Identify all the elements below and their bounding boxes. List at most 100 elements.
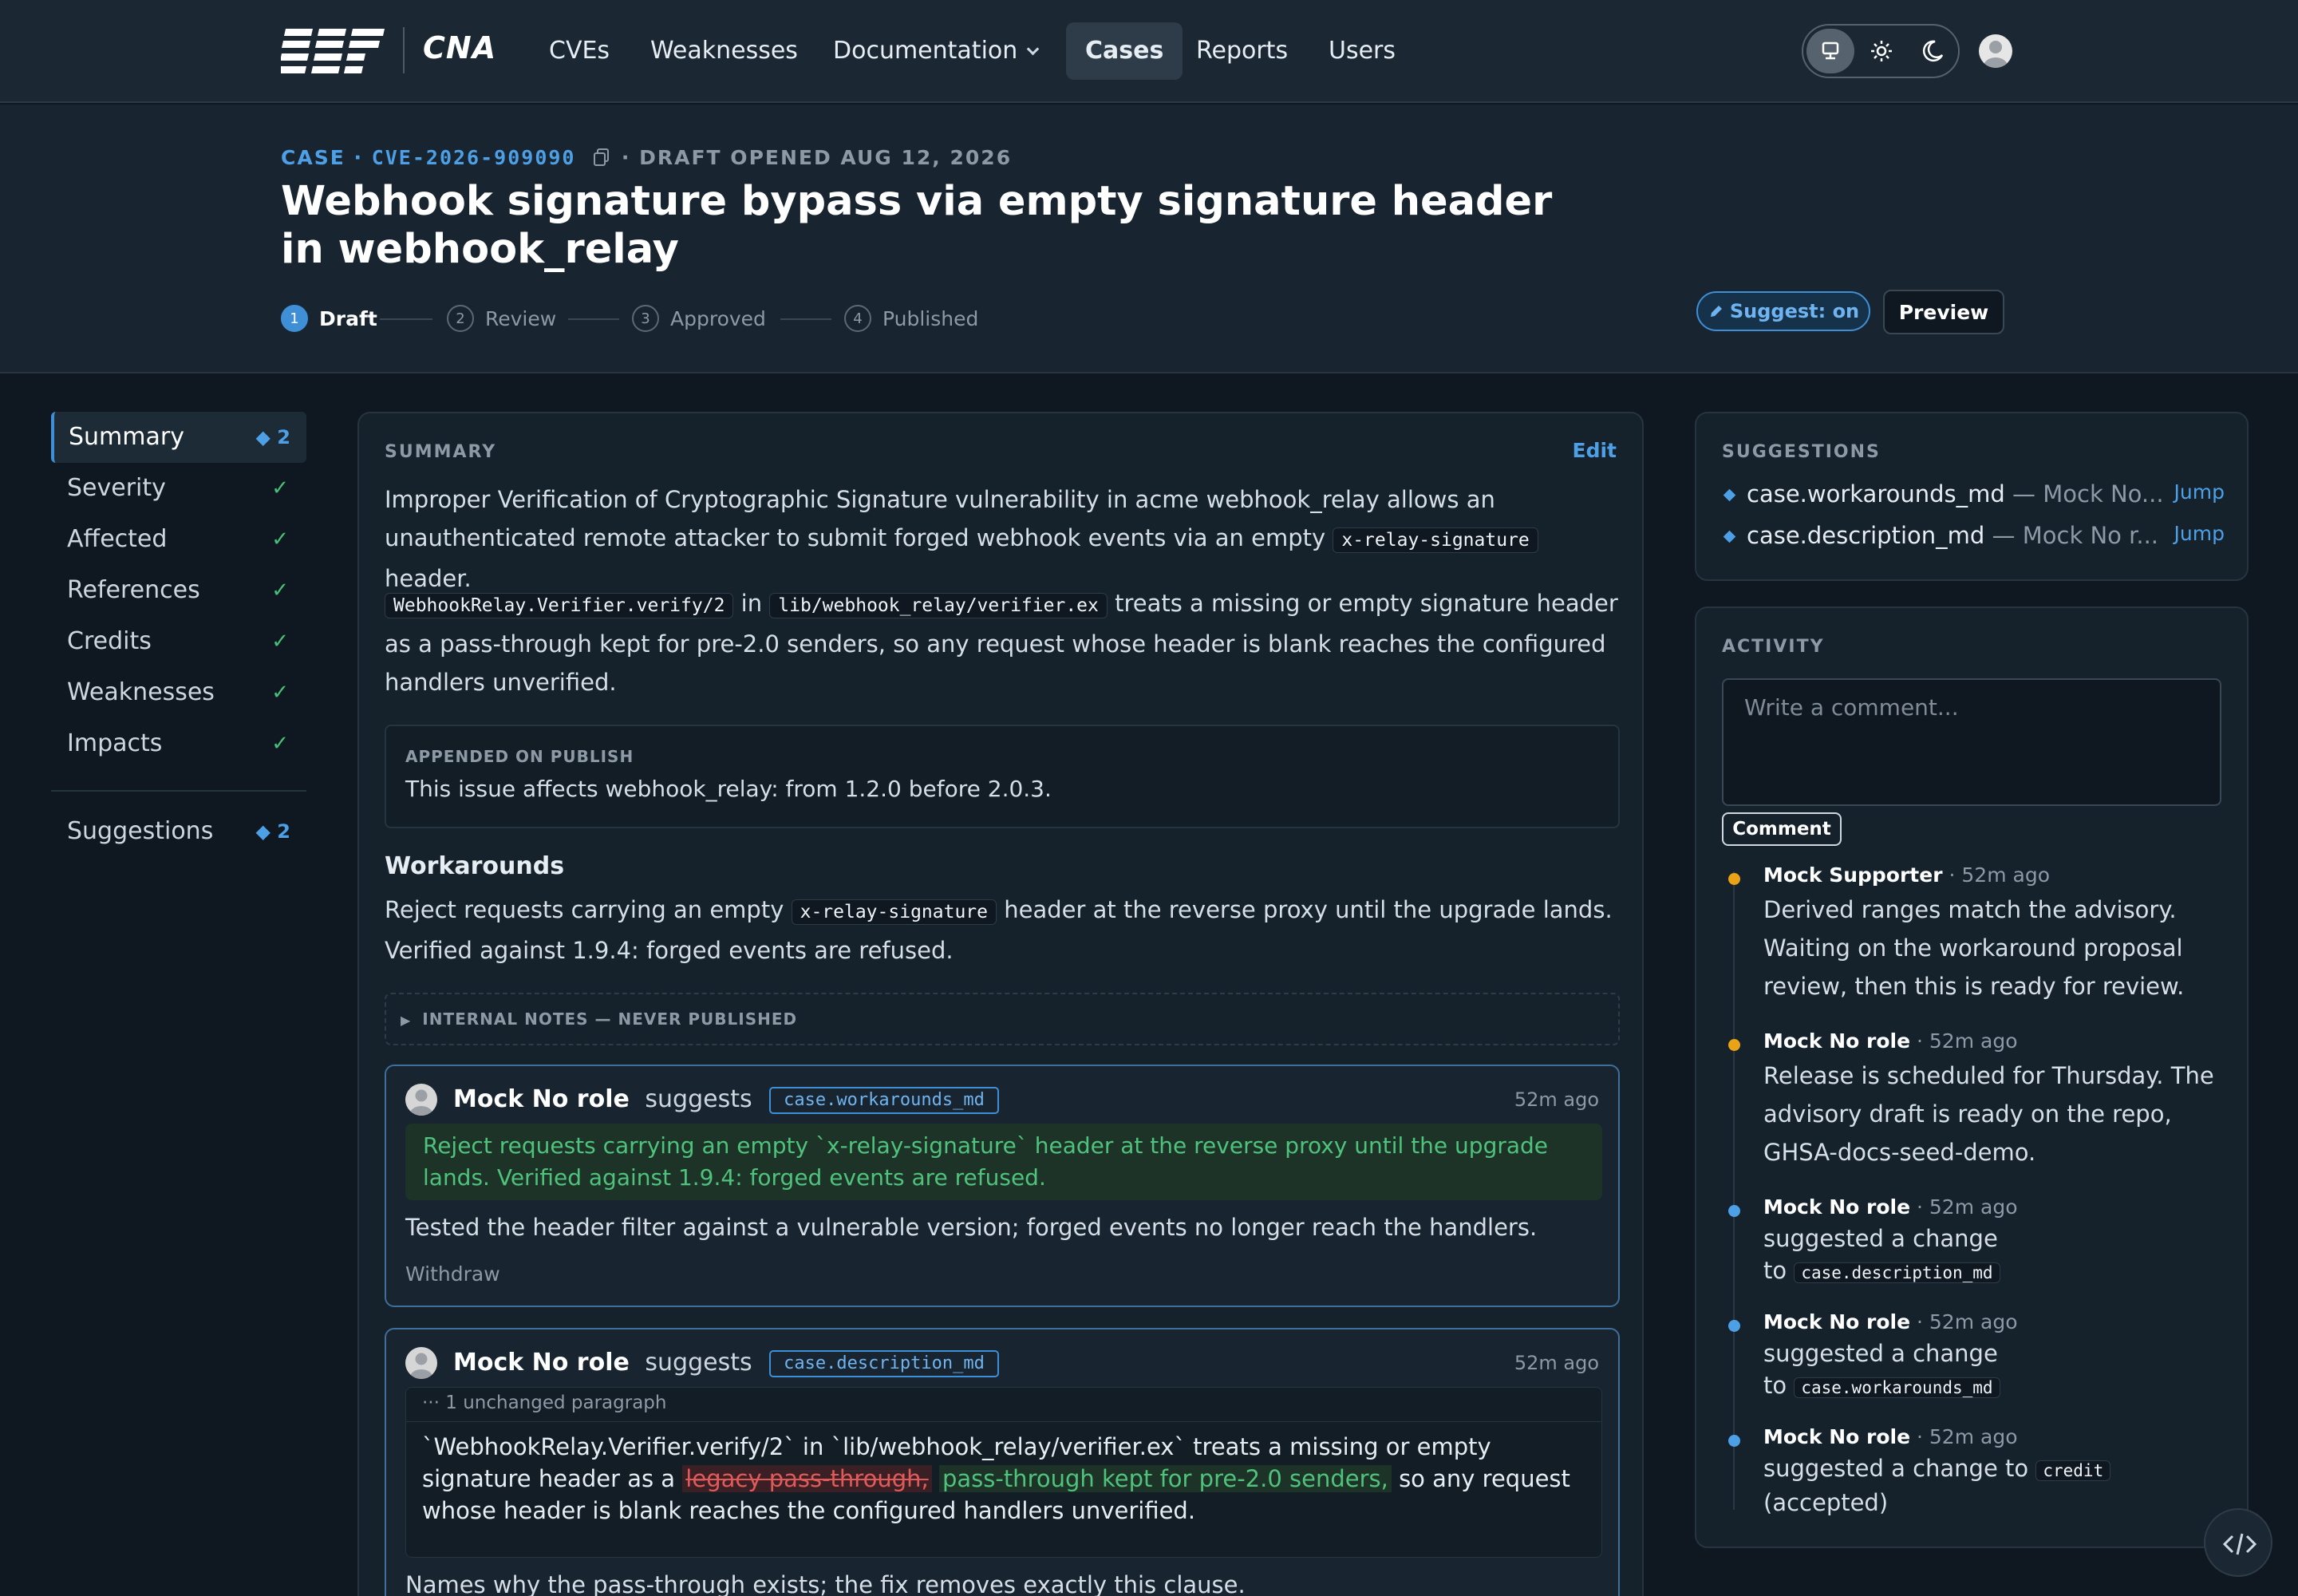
suggestion-field-tag: case.description_md (769, 1350, 999, 1377)
suggest-mode-label: Suggest: on (1729, 300, 1860, 322)
activity-author[interactable]: Mock No role (1763, 1029, 1910, 1053)
comment-input[interactable]: Write a comment... (1722, 678, 2221, 806)
suggestion-count-badge: ◆ 2 (255, 426, 290, 448)
nav-users[interactable]: Users (1309, 22, 1415, 80)
section-impacts[interactable]: Impacts ✓ (51, 718, 306, 769)
activity-action: suggested a change (1763, 1340, 1998, 1367)
activity-author[interactable]: Mock Supporter (1763, 863, 1943, 887)
diff-inserted-text: pass-through kept for pre-2.0 senders, (938, 1465, 1392, 1492)
withdraw-button[interactable]: Withdraw (405, 1262, 500, 1286)
section-severity[interactable]: Severity ✓ (51, 463, 306, 514)
suggestion-header: Mock No role suggests case.workarounds_m… (453, 1082, 999, 1117)
activity-author[interactable]: Mock No role (1763, 1195, 1910, 1219)
activity-time: · 52m ago (1949, 863, 2051, 887)
dark-theme-button[interactable] (1909, 29, 1956, 73)
light-theme-button[interactable] (1858, 29, 1905, 73)
comment-button[interactable]: Comment (1722, 812, 1842, 846)
event-dot-icon (1728, 1205, 1740, 1217)
suggestion-card: Mock No role suggests case.description_m… (385, 1328, 1620, 1596)
nav-reports[interactable]: Reports (1177, 22, 1307, 80)
activity-meta: Mock No role · 52m ago (1763, 1425, 2018, 1448)
preview-button[interactable]: Preview (1883, 290, 2004, 334)
nav-weaknesses[interactable]: Weaknesses (631, 22, 817, 80)
activity-action: suggested a change to (1763, 1455, 2029, 1482)
cve-id[interactable]: CVE-2026-909090 (372, 146, 576, 169)
suggestion-author[interactable]: Mock No role (453, 1085, 630, 1113)
nav-documentation[interactable]: Documentation (814, 22, 1056, 80)
section-divider (51, 790, 306, 792)
user-avatar[interactable] (1979, 34, 2012, 68)
activity-author[interactable]: Mock No role (1763, 1310, 1910, 1333)
append-label: APPENDED ON PUBLISH (405, 747, 634, 766)
comment-dot-icon (1728, 1039, 1740, 1051)
avatar (405, 1084, 437, 1116)
check-icon: ✓ (271, 630, 289, 654)
suggestion-author: Mock No r... (2022, 522, 2159, 549)
cve-logo[interactable] (281, 29, 385, 73)
case-status: DRAFT OPENED AUG 12, 2026 (639, 146, 1013, 169)
user-icon (410, 1089, 432, 1116)
activity-text: suggested a change to case.workarounds_m… (1763, 1337, 2226, 1404)
activity-meta: Mock Supporter · 52m ago (1763, 863, 2050, 887)
section-credits[interactable]: Credits ✓ (51, 616, 306, 667)
activity-action: to (1763, 1372, 1787, 1399)
section-suggestions[interactable]: Suggestions ◆ 2 (51, 806, 306, 857)
unchanged-label: 1 unchanged paragraph (445, 1393, 667, 1413)
section-label: Severity (67, 474, 166, 502)
append-text: This issue affects webhook_relay: from 1… (405, 776, 1052, 802)
suggestion-count-badge: ◆ 2 (255, 820, 290, 843)
step-number: 2 (447, 305, 474, 332)
check-icon: ✓ (271, 681, 289, 705)
badge-count: 2 (277, 426, 290, 448)
workaround-text: Reject requests carrying an empty (385, 896, 784, 923)
inline-code: x-relay-signature (1333, 527, 1538, 553)
suggestion-diff: ··· 1 unchanged paragraph `WebhookRelay.… (405, 1387, 1602, 1558)
monitor-icon (1822, 41, 1839, 60)
edit-summary-link[interactable]: Edit (1573, 439, 1617, 462)
section-summary[interactable]: Summary ◆ 2 (51, 412, 306, 463)
step-connector (568, 318, 619, 320)
step-review: 2 Review (447, 302, 556, 334)
suggestion-author[interactable]: Mock No role (453, 1349, 630, 1377)
summary-paragraph-2: WebhookRelay.Verifier.verify/2 in lib/we… (385, 584, 1620, 701)
dev-tools-button[interactable] (2204, 1508, 2272, 1577)
inline-code: lib/webhook_relay/verifier.ex (769, 593, 1108, 618)
section-label: Affected (67, 525, 168, 553)
suggest-mode-toggle[interactable]: Suggest: on (1696, 291, 1870, 331)
section-label: Credits (67, 627, 152, 655)
suggestion-field: case.description_md (1747, 522, 1985, 549)
unchanged-paragraphs-toggle[interactable]: ··· 1 unchanged paragraph (422, 1393, 666, 1413)
nav-cves[interactable]: CVEs (530, 22, 629, 80)
suggestion-verb: suggests (645, 1085, 752, 1113)
inline-code: x-relay-signature (791, 899, 997, 925)
cna-logo-text[interactable]: CNA (423, 30, 496, 65)
theme-toggle (1802, 24, 1960, 78)
activity-action: to (1763, 1257, 1787, 1284)
summary-text: in (740, 590, 763, 617)
suggestion-time: 52m ago (1514, 1352, 1599, 1374)
activity-author[interactable]: Mock No role (1763, 1425, 1910, 1448)
section-label: Summary (69, 423, 184, 451)
copy-icon[interactable] (590, 146, 613, 168)
suggestion-list-item[interactable]: case.description_md — Mock No r... Jump (1722, 522, 2225, 554)
section-references[interactable]: References ✓ (51, 565, 306, 616)
nav-cases[interactable]: Cases (1066, 22, 1183, 80)
top-navbar: CNA CVEs Weaknesses Documentation Cases … (0, 0, 2298, 103)
breadcrumb-case[interactable]: CASE (281, 146, 345, 169)
section-affected[interactable]: Affected ✓ (51, 514, 306, 565)
suggestion-sep: — (2012, 480, 2036, 508)
internal-notes-toggle[interactable]: ▶ INTERNAL NOTES — NEVER PUBLISHED (385, 993, 1620, 1045)
section-weaknesses[interactable]: Weaknesses ✓ (51, 667, 306, 718)
jump-link[interactable]: Jump (2167, 480, 2225, 504)
caret-right-icon: ▶ (401, 1013, 412, 1028)
comment-placeholder: Write a comment... (1744, 694, 1959, 721)
activity-action: suggested a change (1763, 1225, 1998, 1252)
check-icon: ✓ (271, 476, 289, 500)
step-published: 4 Published (844, 302, 978, 334)
activity-time: · 52m ago (1917, 1029, 2018, 1053)
system-theme-button[interactable] (1806, 29, 1854, 73)
event-dot-icon (1728, 1435, 1740, 1447)
suggestion-header: Mock No role suggests case.description_m… (453, 1345, 999, 1381)
suggestion-list-item[interactable]: case.workarounds_md — Mock No... Jump (1722, 480, 2225, 512)
jump-link[interactable]: Jump (2167, 522, 2225, 545)
